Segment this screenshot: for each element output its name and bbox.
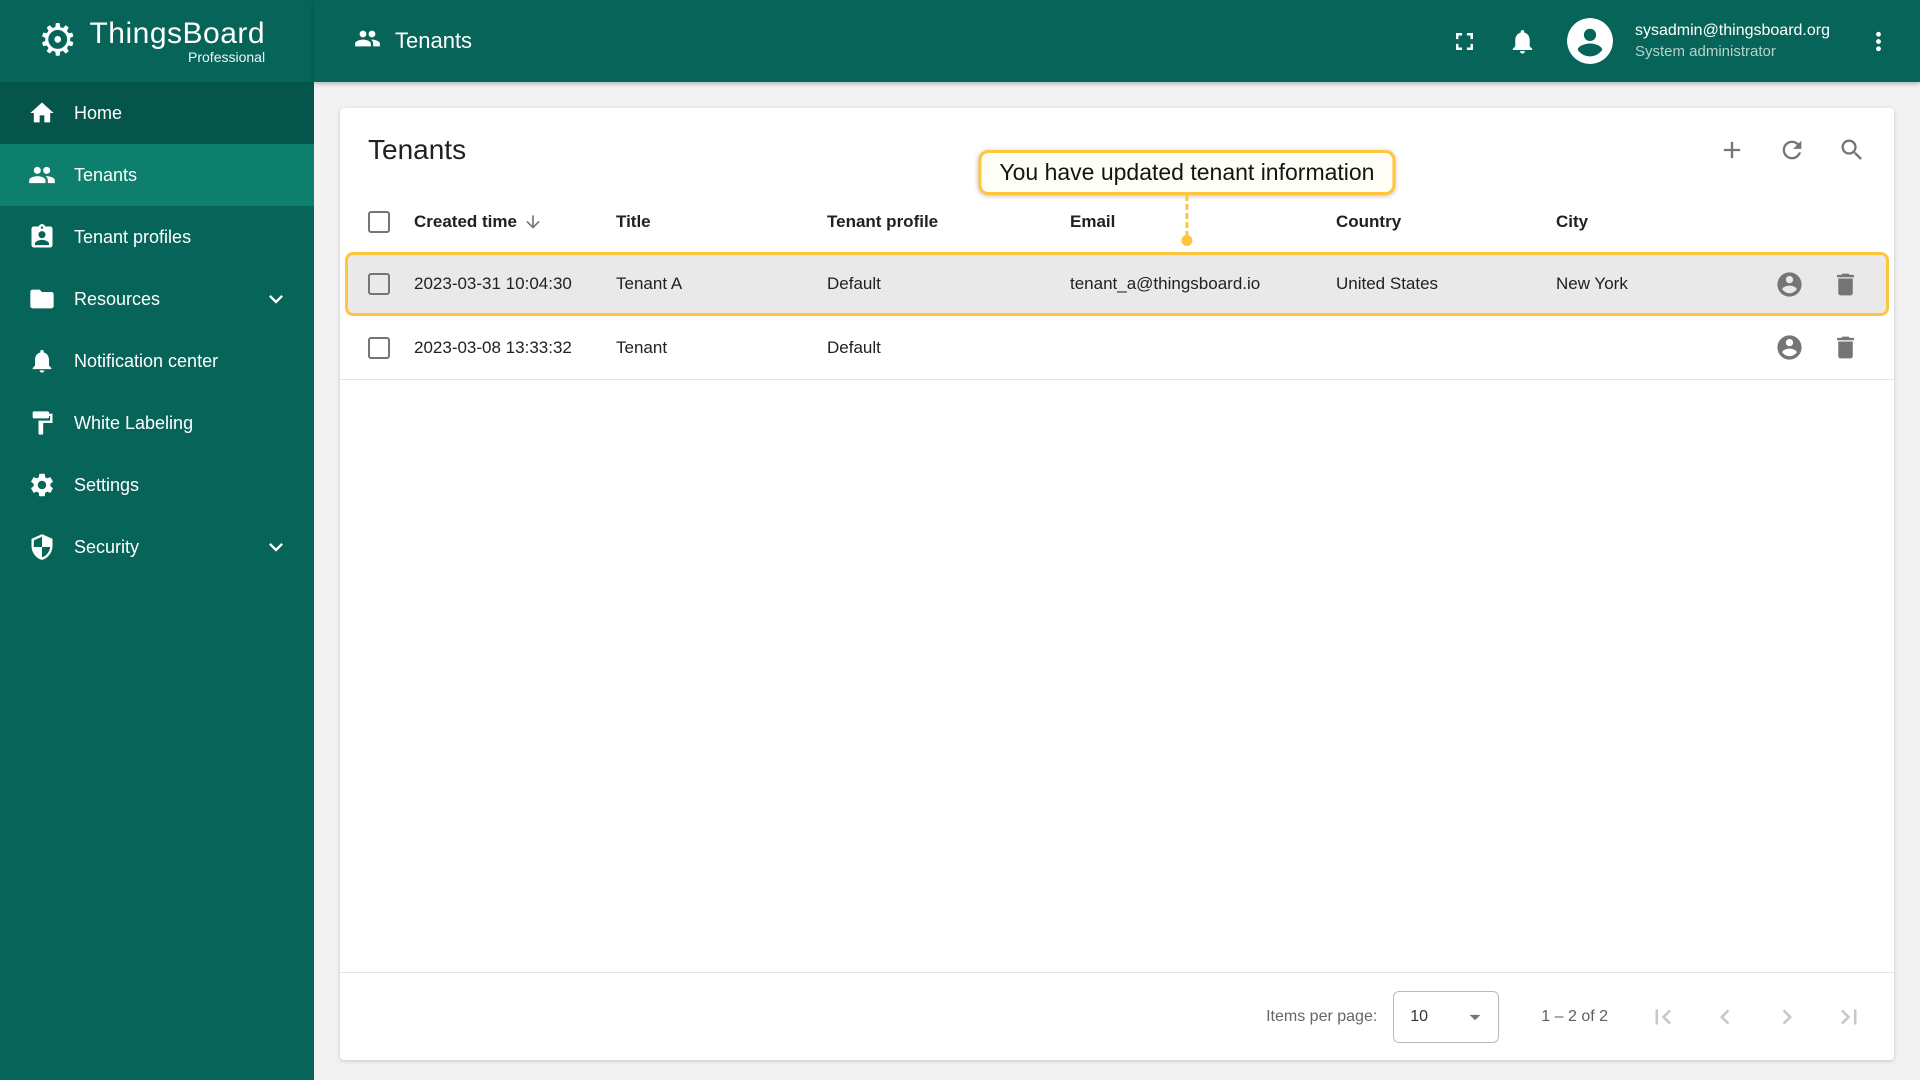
chevron-down-icon [262,533,290,561]
sidebar-item-label: Resources [74,288,161,309]
column-header-tenant-profile[interactable]: Tenant profile [827,212,1070,232]
manage-tenant-admins-button[interactable] [1768,327,1810,369]
column-header-title[interactable]: Title [616,212,827,232]
cell-tenant-profile: Default [827,274,881,293]
delete-tenant-button[interactable] [1824,327,1866,369]
sidebar: ⚙ ThingsBoard Professional Home Tenants … [0,0,314,1080]
sidebar-item-label: Tenants [74,164,138,185]
column-header-created-time[interactable]: Created time [414,212,616,232]
column-header-city[interactable]: City [1556,212,1746,232]
topbar: Tenants sysadmin@thingsboard.org System … [314,0,1920,82]
previous-page-button[interactable] [1710,1002,1740,1032]
last-page-button[interactable] [1834,1002,1864,1032]
sidebar-item-label: Security [74,536,140,557]
security-icon [28,533,56,561]
page-title: Tenants [354,25,472,58]
user-role: System administrator [1634,42,1776,60]
sidebar-item-label: Settings [74,474,140,495]
first-page-button[interactable] [1648,1002,1678,1032]
table-header-row: Created time Title Tenant profile Email … [340,192,1894,252]
cell-created-time: 2023-03-08 13:33:32 [414,337,572,357]
sidebar-item-security[interactable]: Security [0,516,314,578]
row-checkbox[interactable] [368,336,390,359]
tenant-row-tenant-a[interactable]: 2023-03-31 10:04:30 Tenant A Default ten… [345,252,1889,316]
fullscreen-button[interactable] [1441,17,1489,65]
brand-edition: Professional [188,49,266,65]
content-area: Tenants You have updated tenant informat… [314,82,1920,1080]
tenants-icon [354,25,381,58]
delete-tenant-button[interactable] [1824,263,1866,305]
more-options-kebab-button[interactable] [1854,17,1902,65]
cell-email: tenant_a@thingsboard.io [1070,274,1261,293]
sidebar-item-white-labeling[interactable]: White Labeling [0,392,314,454]
page-range-label: 1 – 2 of 2 [1541,1007,1608,1025]
dropdown-arrow-icon [1469,1014,1481,1020]
sidebar-item-home[interactable]: Home [0,82,314,144]
cell-title: Tenant [616,337,668,357]
items-per-page-select[interactable]: 10 [1393,990,1500,1043]
user-email: sysadmin@thingsboard.org [1634,21,1830,39]
chevron-down-icon [262,285,290,313]
user-avatar[interactable] [1566,18,1613,64]
sidebar-item-notification-center[interactable]: Notification center [0,330,314,392]
brand-name: ThingsBoard [89,17,266,50]
tenants-icon [28,161,56,189]
app-root: ⚙ ThingsBoard Professional Home Tenants … [0,0,1920,1080]
thingsboard-logo-icon: ⚙ [38,16,78,65]
main-column: Tenants sysadmin@thingsboard.org System … [314,0,1920,1080]
add-tenant-button[interactable] [1708,126,1756,174]
notification-center-icon [28,347,56,375]
sidebar-item-resources[interactable]: Resources [0,268,314,330]
sidebar-item-settings[interactable]: Settings [0,454,314,516]
select-all-checkbox[interactable] [368,211,390,233]
page-title-label: Tenants [395,28,473,53]
sort-arrow-down-icon [526,215,540,229]
tenants-table-card: Tenants You have updated tenant informat… [340,108,1894,1060]
sidebar-item-label: White Labeling [74,412,194,433]
items-per-page-label: Items per page: [1266,1007,1378,1025]
cell-title: Tenant A [616,274,683,293]
cell-created-time: 2023-03-31 10:04:30 [414,274,572,293]
cell-country: United States [1336,274,1439,293]
folder-icon [28,285,56,313]
sidebar-item-tenants[interactable]: Tenants [0,144,314,206]
settings-icon [28,471,56,499]
app-logo[interactable]: ⚙ ThingsBoard Professional [0,0,314,82]
white-labeling-icon [28,409,56,437]
card-title: Tenants [368,134,467,165]
notifications-bell-button[interactable] [1499,17,1547,65]
row-checkbox[interactable] [368,273,390,295]
sidebar-item-label: Tenant profiles [74,226,192,247]
tenant-row-tenant[interactable]: 2023-03-08 13:33:32 Tenant Default [340,316,1894,380]
sidebar-nav: Home Tenants Tenant profiles Resources N… [0,82,314,578]
page-size-value: 10 [1410,1007,1429,1025]
cell-tenant-profile: Default [827,337,881,357]
home-icon [28,99,56,127]
search-button[interactable] [1828,126,1876,174]
card-header: Tenants [340,108,1894,192]
table-paginator: Items per page: 10 1 – 2 of 2 [340,972,1894,1060]
tenant-profiles-icon [28,223,56,251]
user-info: sysadmin@thingsboard.org System administ… [1635,21,1830,61]
column-header-country[interactable]: Country [1336,212,1556,232]
column-header-email[interactable]: Email [1070,212,1336,232]
refresh-button[interactable] [1768,126,1816,174]
sidebar-item-label: Notification center [74,350,219,371]
next-page-button[interactable] [1772,1002,1802,1032]
sidebar-item-label: Home [74,102,123,123]
sidebar-item-tenant-profiles[interactable]: Tenant profiles [0,206,314,268]
cell-city: New York [1556,274,1628,293]
manage-tenant-admins-button[interactable] [1768,263,1810,305]
